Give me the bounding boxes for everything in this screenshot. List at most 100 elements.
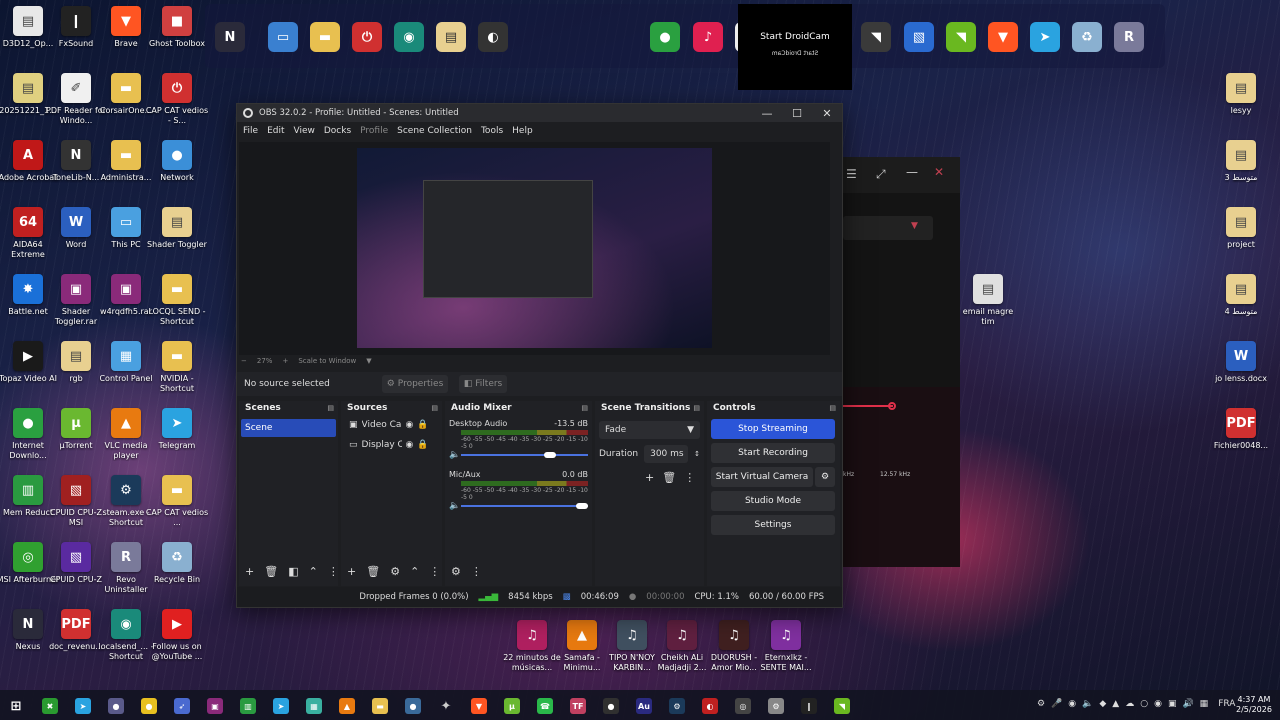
telegram-icon[interactable]: ➤ [273, 698, 289, 714]
utorrent-icon[interactable]: µ [504, 698, 520, 714]
eq-node[interactable] [888, 402, 896, 410]
move-up-button[interactable]: ⌃ [410, 565, 419, 578]
widgets-icon[interactable]: ▦ [306, 698, 322, 714]
telegram-icon[interactable]: ➤ [1030, 22, 1060, 52]
scene-list-item[interactable]: Scene [241, 419, 336, 437]
network-icon[interactable]: ▣ [1168, 699, 1177, 709]
equalizer-icon[interactable]: ❙ [801, 698, 817, 714]
desktop-icon[interactable]: ▤ Shader Toggler [147, 207, 207, 250]
davinci-icon[interactable]: ◐ [702, 698, 718, 714]
whatsapp-icon[interactable]: ☎ [537, 698, 553, 714]
vlc-icon[interactable]: ▲ [339, 698, 355, 714]
close-button[interactable]: ✕ [812, 104, 842, 122]
tray-app-icon[interactable]: ◉ [1068, 699, 1076, 709]
undock-icon[interactable]: ▤ [327, 404, 334, 412]
volume-slider[interactable]: 🔈 [449, 501, 588, 511]
desktop-icon[interactable]: ▶ Follow us on @YouTube ... [149, 609, 205, 662]
desktop-icon[interactable]: ♫ Eternxlkz - SENTE MAI... [758, 620, 814, 673]
telegram-icon[interactable]: ➤ [75, 698, 91, 714]
menu-tools[interactable]: Tools [481, 126, 503, 136]
desktop-icon[interactable]: ▤ متوسط 3 [1213, 140, 1269, 183]
scene-filters-button[interactable]: ◧ [288, 565, 298, 578]
clock[interactable]: 4:37 AM 2/5/2026 [1236, 695, 1272, 715]
tray-app-icon[interactable]: ◆ [1099, 699, 1106, 709]
start-virtual-camera-button[interactable]: Start Virtual Camera [711, 467, 813, 487]
more-icon[interactable]: ⋮ [684, 471, 695, 484]
menu-file[interactable]: File [243, 126, 258, 136]
app-icon[interactable]: ● [108, 698, 124, 714]
nvidia-icon[interactable]: ◥ [834, 698, 850, 714]
volume-slider[interactable]: 🔈 [449, 450, 588, 460]
nvidia-app-icon[interactable]: ◥ [946, 22, 976, 52]
steam-icon[interactable]: ⚙ [669, 698, 685, 714]
move-up-button[interactable]: ⌃ [309, 565, 318, 578]
remove-transition-button[interactable]: 🗑 [662, 471, 676, 484]
lock-icon[interactable]: 🔒 [417, 440, 428, 450]
mixer-settings-button[interactable]: ⚙ [451, 565, 461, 578]
source-settings-button[interactable]: ⚙ [390, 565, 400, 578]
menu-help[interactable]: Help [512, 126, 533, 136]
folder-icon[interactable]: ▬ [372, 698, 388, 714]
undock-icon[interactable]: ▤ [693, 404, 700, 412]
undock-icon[interactable]: ▤ [431, 404, 438, 412]
laptop-icon[interactable]: ▭ [268, 22, 298, 52]
remove-scene-button[interactable]: 🗑 [264, 565, 278, 578]
rocket-icon[interactable]: ➶ [174, 698, 190, 714]
xbox-icon[interactable]: ✖ [42, 698, 58, 714]
maximize-button[interactable]: ☐ [782, 104, 812, 122]
desktop-icon[interactable]: PDF Fichier0048... [1213, 408, 1269, 451]
speaker-icon[interactable]: 🔈 [449, 501, 460, 511]
desktop-icon[interactable]: ▬ CAP CAT vedios ... [146, 475, 208, 528]
capcut-nexus-icon[interactable]: N [215, 22, 245, 52]
visibility-eye-icon[interactable]: ◉ [406, 440, 414, 450]
folder-icon[interactable]: ▬ [310, 22, 340, 52]
more-icon[interactable]: ⋮ [471, 565, 482, 578]
tray-app-icon[interactable]: ◉ [1154, 699, 1162, 709]
brave-lion-icon[interactable]: ▼ [988, 22, 1018, 52]
minimize-icon[interactable]: — [906, 165, 918, 179]
winrar-icon[interactable]: ▣ [207, 698, 223, 714]
app-icon[interactable]: ● [405, 698, 421, 714]
add-transition-button[interactable]: + [645, 471, 654, 484]
menu-scene-collection[interactable]: Scene Collection [397, 126, 472, 136]
steam-tray-icon[interactable]: ⚙ [1037, 699, 1045, 709]
app-icon[interactable]: ● [603, 698, 619, 714]
desktop-icon[interactable]: ▤ lesyy [1213, 73, 1269, 116]
undock-icon[interactable]: ▤ [581, 404, 588, 412]
stop-streaming-button[interactable]: Stop Streaming [711, 419, 835, 439]
collapse-icon[interactable]: ⤢ [876, 167, 886, 182]
star-icon[interactable]: ✦ [438, 698, 454, 714]
speaker-icon[interactable]: 🔈 [449, 450, 460, 460]
lock-icon[interactable]: 🔒 [417, 420, 428, 430]
zoom-out-button[interactable]: − [241, 357, 247, 365]
visibility-eye-icon[interactable]: ◉ [406, 420, 414, 430]
tray-app-icon[interactable]: ▦ [1200, 699, 1209, 709]
tray-app-icon[interactable]: ▲ [1112, 699, 1119, 709]
transition-select[interactable]: Fade ▼ [599, 421, 700, 439]
microphone-icon[interactable]: 🎤 [1051, 699, 1062, 709]
more-icon[interactable]: ⋮ [328, 565, 339, 578]
slider-knob[interactable] [576, 503, 588, 509]
desktop-icon[interactable]: ■ Ghost Toolbox [149, 6, 205, 49]
document-icon[interactable]: ▤ [436, 22, 466, 52]
scale-mode[interactable]: Scale to Window [298, 357, 356, 365]
close-icon[interactable]: ✕ [934, 165, 944, 179]
desktop-icon[interactable]: ▤ email magre tim [960, 274, 1016, 327]
minimize-button[interactable]: — [752, 104, 782, 122]
duck-icon[interactable]: ● [141, 698, 157, 714]
desktop-icon[interactable]: ▬ NVIDIA - Shortcut [149, 341, 205, 394]
revo-icon[interactable]: R [1114, 22, 1144, 52]
virtual-camera-settings-button[interactable]: ⚙ [815, 467, 835, 487]
add-source-button[interactable]: + [347, 565, 356, 578]
desktop-icon[interactable]: ♻ Recycle Bin [149, 542, 205, 585]
menu-profile[interactable]: Profile [360, 126, 388, 136]
desktop-icon[interactable]: ⏻ CAP CAT vedios - S... [146, 73, 208, 126]
more-icon[interactable]: ⋮ [429, 565, 440, 578]
davinci-icon[interactable]: ◐ [478, 22, 508, 52]
scale-mode-dropdown-icon[interactable]: ▼ [366, 357, 371, 365]
preview-canvas[interactable] [239, 142, 830, 355]
menu-view[interactable]: View [294, 126, 315, 136]
tray-app-icon[interactable]: ☁ [1125, 699, 1134, 709]
idm-icon[interactable]: ● [650, 22, 680, 52]
duration-spinbox[interactable]: 300 ms [644, 445, 689, 463]
